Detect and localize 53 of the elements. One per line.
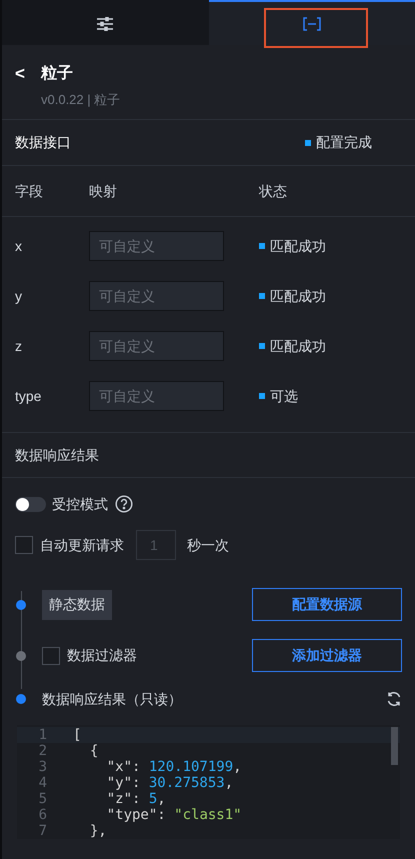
mapping-field[interactable]: 可自定义 [89,381,224,411]
line-number: 6 [38,807,47,823]
tab[interactable] [208,0,415,45]
column-header: 字段 [15,182,44,200]
field-name: type [15,386,42,406]
section-title: 数据响应结果 [15,446,99,464]
status-text: 匹配成功 [259,236,326,256]
action-button[interactable]: 配置数据源 [252,588,402,621]
status-text: 配置完成 [305,132,372,153]
column-header: 状态 [259,182,287,200]
bracket-icon [302,16,321,30]
code-line: "type": "class1" [106,807,242,823]
field-name: z [15,336,23,356]
toggle-label: 受控模式 [52,494,108,514]
status-text: 可选 [259,386,298,406]
field-name: x [15,236,23,256]
field-name: y [15,286,23,306]
mapping-field[interactable]: 可自定义 [89,281,224,311]
refresh-icon[interactable] [386,691,402,707]
action-button[interactable]: 添加过滤器 [252,639,402,672]
source-tag: 静态数据 [42,590,112,620]
section-title: 数据接口 [15,133,71,152]
toggle-switch[interactable] [15,496,46,512]
help-icon[interactable] [115,495,133,513]
code-line: { [88,743,98,759]
line-number: 2 [38,743,47,759]
line-number: 4 [38,775,47,791]
checkbox[interactable] [42,646,60,664]
code-line: "y": 30.275853, [106,775,234,791]
code-line: }, [88,823,107,839]
code-line: "x": 120.107199, [106,759,242,775]
line-number: 3 [38,759,47,775]
checkbox-label: 数据过滤器 [67,646,137,665]
mapping-field[interactable]: 可自定义 [89,231,224,261]
component-title: 粒子 [41,64,73,84]
status-text: 匹配成功 [259,336,326,356]
line-number: 7 [38,823,47,839]
mapping-field[interactable]: 可自定义 [89,331,224,361]
version-text: v0.0.22 | 粒子 [40,90,122,109]
code-line: "z": 5, [106,791,166,807]
column-header: 映射 [89,182,118,200]
back-button[interactable]: < [15,61,41,86]
status-text: 匹配成功 [259,286,326,306]
scrollbar [391,727,398,765]
code-editor[interactable]: 1 [ 2 { 3 "x": 120.107199, 4 "y": 30.275853, 5 "z": 5, 6 "type": "class1" 7 }, [17,725,400,839]
settings-sliders-icon [96,16,114,30]
line-number: 1 [38,727,47,743]
line-number: 5 [38,791,47,807]
checkbox[interactable] [15,536,33,554]
step-label: 数据响应结果（只读） [42,690,182,708]
checkbox-label: 自动更新请求 [40,536,124,554]
unit-text: 秒一次 [187,536,229,554]
code-line: [ [73,727,82,743]
